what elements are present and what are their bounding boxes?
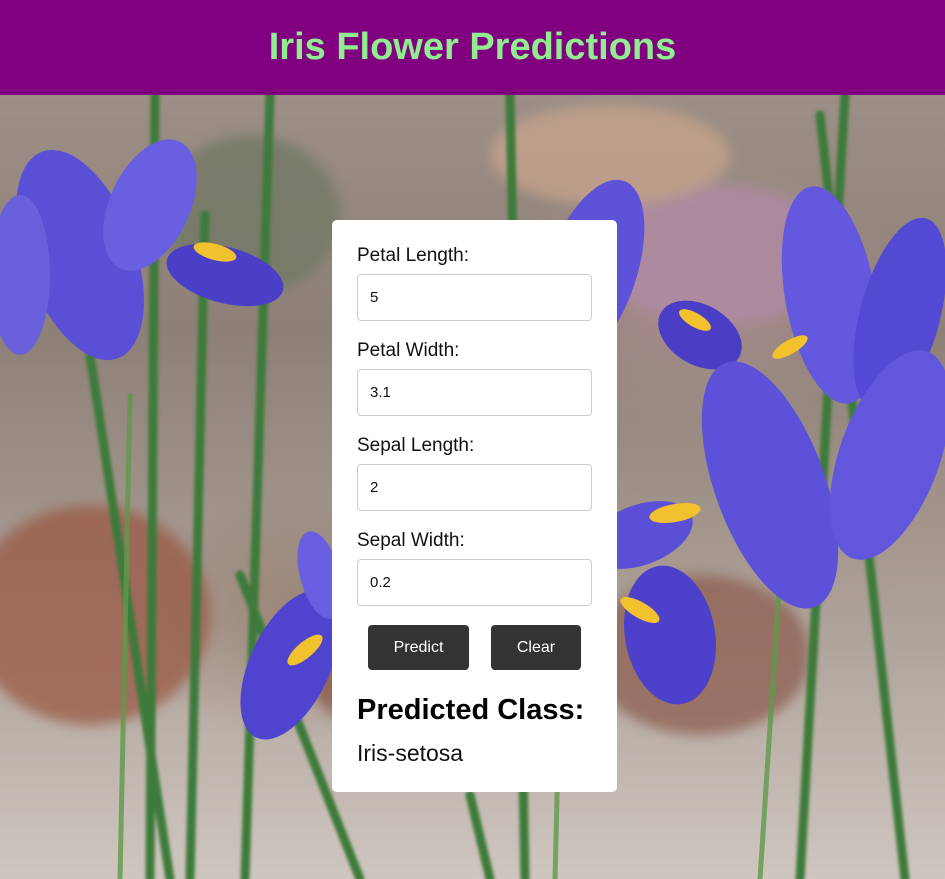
predict-button[interactable]: Predict <box>368 625 469 670</box>
sepal-width-label: Sepal Width: <box>357 530 465 551</box>
page-header: Iris Flower Predictions <box>0 0 945 95</box>
clear-button[interactable]: Clear <box>491 625 581 670</box>
petal-length-label: Petal Length: <box>357 245 469 266</box>
sepal-width-input[interactable] <box>357 559 592 606</box>
sepal-length-label: Sepal Length: <box>357 435 475 456</box>
page-title: Iris Flower Predictions <box>268 26 677 68</box>
petal-width-label: Petal Width: <box>357 340 460 361</box>
petal-length-input[interactable] <box>357 274 592 321</box>
petal-width-input[interactable] <box>357 369 592 416</box>
prediction-form-card: Petal Length: Petal Width: Sepal Length:… <box>332 220 617 792</box>
sepal-length-input[interactable] <box>357 464 592 511</box>
predicted-class-value: Iris-setosa <box>357 740 464 766</box>
predicted-class-heading: Predicted Class: <box>357 694 585 726</box>
